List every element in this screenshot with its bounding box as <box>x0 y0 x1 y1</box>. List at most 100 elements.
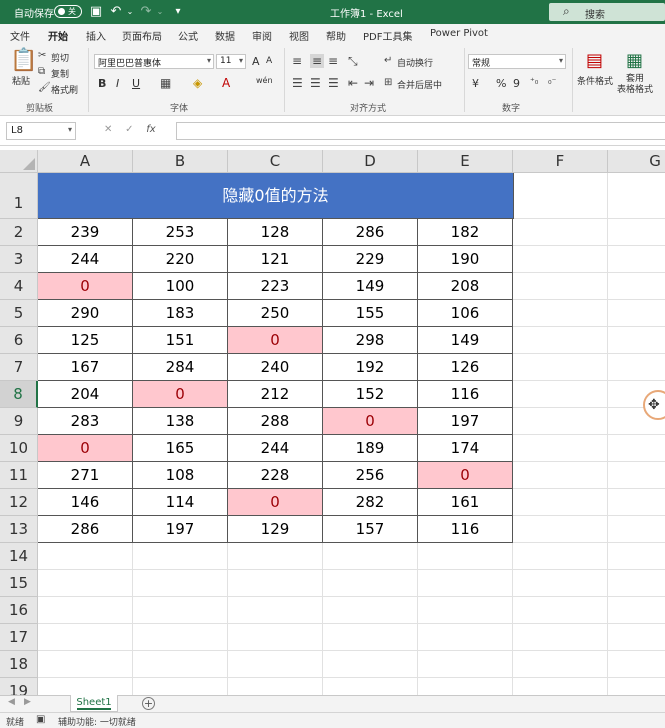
tab-help[interactable]: 帮助 <box>326 28 346 43</box>
data-cell[interactable]: 192 <box>323 354 418 381</box>
font-color-button[interactable]: A <box>222 76 230 90</box>
row-header-14[interactable]: 14 <box>0 543 38 570</box>
prev-sheet-icon[interactable]: ◀ <box>8 697 15 707</box>
data-cell[interactable]: 223 <box>228 273 323 300</box>
row-header-6[interactable]: 6 <box>0 327 38 354</box>
data-cell[interactable]: 129 <box>228 516 323 543</box>
align-left-icon[interactable]: ☰ <box>292 76 303 90</box>
data-cell[interactable]: 282 <box>323 489 418 516</box>
table-format-button[interactable]: 套用 表格格式 <box>617 74 653 96</box>
tab-review[interactable]: 审阅 <box>252 28 272 43</box>
data-cell[interactable]: 256 <box>323 462 418 489</box>
italic-button[interactable]: I <box>116 77 119 90</box>
name-box[interactable]: L8 ▾ <box>6 122 76 140</box>
data-cell[interactable]: 0 <box>38 273 133 300</box>
data-cell[interactable]: 106 <box>418 300 513 327</box>
data-cell[interactable]: 165 <box>133 435 228 462</box>
row-header-3[interactable]: 3 <box>0 246 38 273</box>
row-header-18[interactable]: 18 <box>0 651 38 678</box>
row-header-13[interactable]: 13 <box>0 516 38 543</box>
cancel-icon[interactable]: ✕ <box>104 124 112 135</box>
data-cell[interactable]: 0 <box>38 435 133 462</box>
bold-button[interactable]: B <box>98 77 106 90</box>
tab-data[interactable]: 数据 <box>215 28 235 43</box>
tab-power-pivot[interactable]: Power Pivot <box>430 28 488 39</box>
data-cell[interactable]: 128 <box>228 219 323 246</box>
align-center-icon[interactable]: ☰ <box>310 76 321 90</box>
shrink-font-button[interactable]: A <box>266 56 272 66</box>
title-cell[interactable]: 隐藏0值的方法 <box>38 173 514 219</box>
data-cell[interactable]: 244 <box>38 246 133 273</box>
data-cell[interactable]: 250 <box>228 300 323 327</box>
percent-button[interactable]: % <box>496 77 506 90</box>
grow-font-button[interactable]: A <box>252 55 260 68</box>
font-size-select[interactable]: 11 ▾ <box>216 54 246 69</box>
column-header-a[interactable]: A <box>38 150 133 173</box>
data-cell[interactable]: 290 <box>38 300 133 327</box>
decrease-decimal-icon[interactable]: ₀⁻ <box>548 77 556 87</box>
data-cell[interactable]: 0 <box>418 462 513 489</box>
data-cell[interactable]: 167 <box>38 354 133 381</box>
data-cell[interactable]: 228 <box>228 462 323 489</box>
data-cell[interactable]: 286 <box>323 219 418 246</box>
data-cell[interactable]: 283 <box>38 408 133 435</box>
search-box[interactable]: ⌕ 搜索 <box>549 3 665 21</box>
column-header-d[interactable]: D <box>323 150 418 173</box>
copy-button[interactable]: 复制 <box>51 67 69 80</box>
align-right-icon[interactable]: ☰ <box>328 76 339 90</box>
tab-page-layout[interactable]: 页面布局 <box>122 28 162 43</box>
data-cell[interactable]: 212 <box>228 381 323 408</box>
orientation-icon[interactable]: ⤡ <box>348 54 358 69</box>
row-header-15[interactable]: 15 <box>0 570 38 597</box>
align-top-icon[interactable]: ≡ <box>292 54 302 68</box>
wrap-text-button[interactable]: 自动换行 <box>397 56 433 69</box>
conditional-format-button[interactable]: 条件格式 <box>577 74 613 87</box>
column-header-g[interactable]: G <box>608 150 665 173</box>
tab-formulas[interactable]: 公式 <box>178 28 198 43</box>
column-header-c[interactable]: C <box>228 150 323 173</box>
data-cell[interactable]: 152 <box>323 381 418 408</box>
data-cell[interactable]: 155 <box>323 300 418 327</box>
save-icon[interactable]: ▣ <box>88 4 104 20</box>
data-cell[interactable]: 116 <box>418 381 513 408</box>
data-cell[interactable]: 121 <box>228 246 323 273</box>
tab-home[interactable]: 开始 <box>48 28 68 47</box>
merge-center-button[interactable]: 合并后居中 <box>397 78 442 91</box>
increase-indent-icon[interactable]: ⇥ <box>364 76 374 90</box>
row-header-10[interactable]: 10 <box>0 435 38 462</box>
autosave-toggle[interactable]: 关 <box>54 5 82 18</box>
align-middle-icon[interactable]: ≡ <box>310 54 324 68</box>
data-cell[interactable]: 183 <box>133 300 228 327</box>
data-cell[interactable]: 126 <box>418 354 513 381</box>
data-cell[interactable]: 157 <box>323 516 418 543</box>
data-cell[interactable]: 161 <box>418 489 513 516</box>
data-cell[interactable]: 125 <box>38 327 133 354</box>
data-cell[interactable]: 174 <box>418 435 513 462</box>
row-header-7[interactable]: 7 <box>0 354 38 381</box>
underline-button[interactable]: U <box>132 77 140 90</box>
data-cell[interactable]: 244 <box>228 435 323 462</box>
currency-button[interactable]: ¥ <box>472 77 479 90</box>
data-cell[interactable]: 240 <box>228 354 323 381</box>
data-cell[interactable]: 190 <box>418 246 513 273</box>
data-cell[interactable]: 146 <box>38 489 133 516</box>
comma-style-button[interactable]: 9 <box>513 77 520 90</box>
paste-icon[interactable]: 📋 <box>10 48 37 73</box>
tab-view[interactable]: 视图 <box>289 28 309 43</box>
phonetic-button[interactable]: wén <box>256 76 273 85</box>
data-cell[interactable]: 208 <box>418 273 513 300</box>
border-icon[interactable]: ▦ <box>160 76 171 90</box>
data-cell[interactable]: 0 <box>323 408 418 435</box>
data-cell[interactable]: 220 <box>133 246 228 273</box>
data-cell[interactable]: 108 <box>133 462 228 489</box>
row-header-12[interactable]: 12 <box>0 489 38 516</box>
row-header-4[interactable]: 4 <box>0 273 38 300</box>
row-header-1[interactable]: 1 <box>0 173 38 219</box>
tab-file[interactable]: 文件 <box>10 28 30 43</box>
column-header-e[interactable]: E <box>418 150 513 173</box>
data-cell[interactable]: 116 <box>418 516 513 543</box>
row-header-2[interactable]: 2 <box>0 219 38 246</box>
data-cell[interactable]: 151 <box>133 327 228 354</box>
cut-button[interactable]: 剪切 <box>51 51 69 64</box>
accessibility-status[interactable]: 辅助功能: 一切就绪 <box>58 715 136 728</box>
